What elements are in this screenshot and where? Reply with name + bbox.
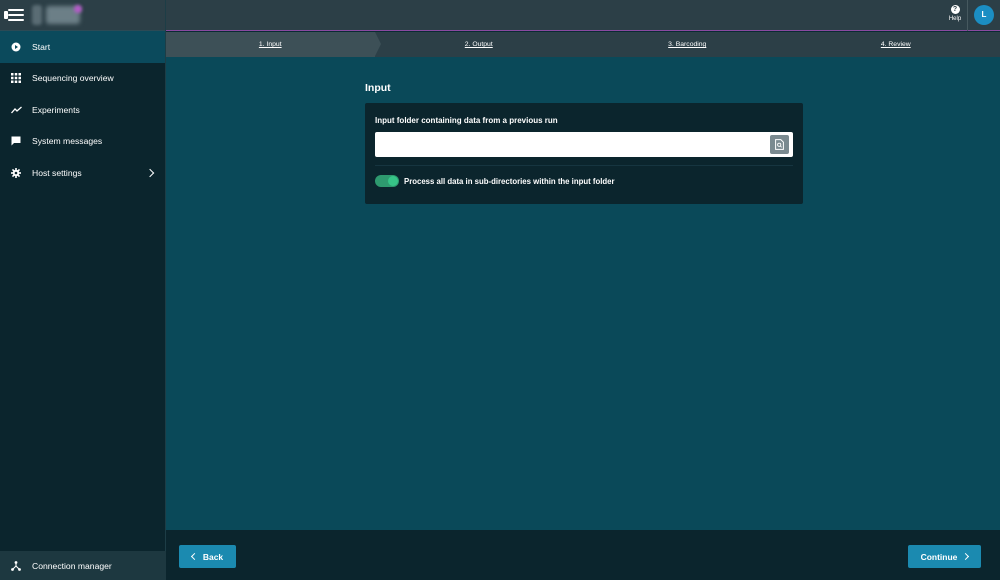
main-content: Input Input folder containing data from …: [166, 57, 1000, 530]
input-folder-label: Input folder containing data from a prev…: [375, 116, 558, 125]
network-icon: [10, 560, 22, 572]
chevron-right-icon: [145, 168, 155, 177]
sidebar-item-system-messages[interactable]: System messages: [0, 126, 165, 158]
sidebar-item-start[interactable]: Start: [0, 31, 165, 63]
subdirectories-toggle[interactable]: [375, 175, 399, 187]
trend-line-icon: [10, 104, 22, 116]
avatar[interactable]: L: [974, 5, 994, 25]
connection-manager-button[interactable]: Connection manager: [0, 551, 166, 580]
sidebar-nav: Start Sequencing overview Experiments Sy…: [0, 31, 165, 189]
help-label: Help: [948, 16, 962, 22]
browse-folder-button[interactable]: [770, 135, 789, 154]
sidebar-item-label: Host settings: [32, 167, 82, 178]
help-button[interactable]: ? Help: [947, 5, 963, 22]
step-output[interactable]: 2. Output: [375, 32, 584, 57]
continue-button[interactable]: Continue: [908, 545, 981, 568]
document-search-icon: [775, 139, 784, 150]
sidebar: Start Sequencing overview Experiments Sy…: [0, 0, 166, 580]
sidebar-header: [0, 0, 165, 31]
app-logo: [32, 3, 96, 27]
back-button-label: Back: [202, 551, 224, 562]
step-input[interactable]: 1. Input: [166, 32, 380, 57]
sidebar-item-experiments[interactable]: Experiments: [0, 94, 165, 126]
gear-icon: [10, 167, 22, 179]
input-card: Input folder containing data from a prev…: [365, 103, 803, 204]
help-icon: ?: [950, 5, 960, 14]
sidebar-item-label: Experiments: [32, 104, 80, 115]
header-divider: [967, 0, 968, 31]
wizard-stepper: 1. Input 2. Output 3. Barcoding 4. Revie…: [166, 32, 1000, 57]
step-review[interactable]: 4. Review: [792, 32, 1000, 57]
input-folder-field-wrapper: [375, 132, 793, 157]
chevron-right-icon: [962, 552, 970, 561]
section-title: Input: [365, 82, 391, 94]
connection-manager-label: Connection manager: [32, 560, 112, 571]
chat-icon: [10, 135, 22, 147]
sidebar-item-label: Start: [32, 41, 51, 52]
back-button[interactable]: Back: [179, 545, 236, 568]
top-bar: ? Help L: [166, 0, 1000, 31]
continue-button-label: Continue: [920, 551, 958, 562]
grid-icon: [10, 72, 22, 84]
sidebar-item-label: Sequencing overview: [32, 73, 114, 84]
step-barcoding[interactable]: 3. Barcoding: [583, 32, 792, 57]
footer-bar: Back Continue: [166, 530, 1000, 580]
chevron-left-icon: [190, 552, 198, 561]
card-divider: [375, 165, 793, 166]
sidebar-item-host-settings[interactable]: Host settings: [0, 157, 165, 189]
input-folder-input[interactable]: [375, 132, 765, 157]
menu-collapse-icon[interactable]: [4, 8, 24, 22]
play-circle-icon: [10, 41, 22, 53]
toggle-knob: [388, 176, 398, 186]
sidebar-item-label: System messages: [32, 136, 103, 147]
sidebar-item-sequencing-overview[interactable]: Sequencing overview: [0, 63, 165, 95]
subdirectories-toggle-label: Process all data in sub-directories with…: [404, 177, 615, 186]
